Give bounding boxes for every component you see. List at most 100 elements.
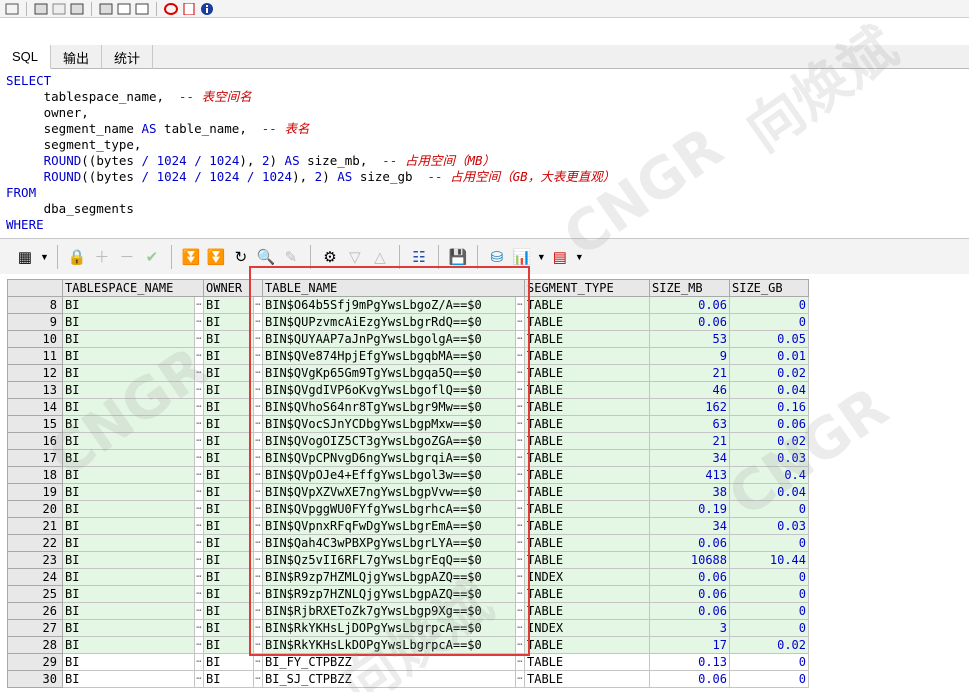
cell-ellipsis-button[interactable]: ⋯ — [194, 432, 204, 450]
lock-icon[interactable]: 🔒 — [66, 246, 88, 268]
cell-ellipsis-button[interactable]: ⋯ — [194, 551, 204, 569]
refresh-icon[interactable]: ↻ — [230, 246, 252, 268]
cell-ellipsis-button[interactable]: ⋯ — [515, 636, 525, 654]
insert-record-icon[interactable]: ＋ — [91, 246, 113, 268]
database-icon[interactable]: ⛁ — [486, 246, 508, 268]
cell-ellipsis-button[interactable]: ⋯ — [194, 653, 204, 671]
table-row[interactable]: 26 BI ⋯ BI ⋯ BIN$RjbRXEToZk7gYwsLbgp9Xg==$0 ⋯ T… — [7, 602, 809, 620]
cell-ellipsis-button[interactable]: ⋯ — [253, 653, 263, 671]
table-row[interactable]: 23 BI ⋯ BI ⋯ BIN$Qz5vII6RFL7gYwsLbgrEqQ==$0 ⋯ T… — [7, 551, 809, 569]
sql-editor[interactable]: SELECT tablespace_name, -- 表空间名 owner, s… — [0, 70, 969, 230]
cell-ellipsis-button[interactable]: ⋯ — [194, 398, 204, 416]
cell-ellipsis-button[interactable]: ⋯ — [515, 670, 525, 688]
document-icon[interactable] — [134, 2, 150, 16]
cell-ellipsis-button[interactable]: ⋯ — [194, 296, 204, 314]
cell-ellipsis-button[interactable]: ⋯ — [515, 432, 525, 450]
cell-ellipsis-button[interactable]: ⋯ — [253, 551, 263, 569]
pages-icon[interactable] — [69, 2, 85, 16]
cell-ellipsis-button[interactable]: ⋯ — [253, 483, 263, 501]
result-grid[interactable]: TABLESPACE_NAME OWNER TABLE_NAME SEGMENT… — [7, 279, 969, 692]
cell-ellipsis-button[interactable]: ⋯ — [194, 619, 204, 637]
table-row[interactable]: 8 BI ⋯ BI ⋯ BIN$O64b5Sfj9mPgYwsLbgoZ/A==$0 ⋯ TA… — [7, 296, 809, 314]
chevron-down-icon[interactable]: ▼ — [40, 252, 49, 262]
table-row[interactable]: 12 BI ⋯ BI ⋯ BIN$QVgKp65Gm9TgYwsLbgqa5Q==$0 ⋯ T… — [7, 364, 809, 382]
oracle-icon[interactable] — [163, 2, 179, 16]
cell-ellipsis-button[interactable]: ⋯ — [253, 602, 263, 620]
cell-ellipsis-button[interactable]: ⋯ — [515, 585, 525, 603]
column-header-segment-type[interactable]: SEGMENT_TYPE — [524, 279, 650, 297]
cell-ellipsis-button[interactable]: ⋯ — [515, 534, 525, 552]
cell-ellipsis-button[interactable]: ⋯ — [253, 364, 263, 382]
chart-icon[interactable]: 📊 — [511, 246, 533, 268]
cell-ellipsis-button[interactable]: ⋯ — [515, 602, 525, 620]
cell-ellipsis-button[interactable]: ⋯ — [515, 483, 525, 501]
cell-ellipsis-button[interactable]: ⋯ — [253, 670, 263, 688]
table-row[interactable]: 30 BI ⋯ BI ⋯ BI_SJ_CTPBZZ ⋯ TABLE 0.06 0 — [7, 670, 809, 688]
export-grid-icon[interactable]: ▤ — [549, 246, 571, 268]
tab-sql[interactable]: SQL — [0, 45, 52, 69]
cell-ellipsis-button[interactable]: ⋯ — [194, 500, 204, 518]
windows-icon[interactable] — [98, 2, 114, 16]
cell-ellipsis-button[interactable]: ⋯ — [253, 381, 263, 399]
cell-ellipsis-button[interactable]: ⋯ — [253, 449, 263, 467]
column-header-owner[interactable]: OWNER — [203, 279, 263, 297]
table-row[interactable]: 14 BI ⋯ BI ⋯ BIN$QVhoS64nr8TgYwsLbgr9Mw==$0 ⋯ T… — [7, 398, 809, 416]
tree-icon[interactable]: ☷ — [408, 246, 430, 268]
cell-ellipsis-button[interactable]: ⋯ — [194, 636, 204, 654]
sort-down-icon[interactable]: ▽ — [344, 246, 366, 268]
chevron-down-icon[interactable]: ▼ — [575, 252, 584, 262]
cell-ellipsis-button[interactable]: ⋯ — [194, 483, 204, 501]
find-icon[interactable]: 🔍 — [255, 246, 277, 268]
table-icon[interactable] — [116, 2, 132, 16]
cell-ellipsis-button[interactable]: ⋯ — [253, 330, 263, 348]
cell-ellipsis-button[interactable]: ⋯ — [253, 313, 263, 331]
table-row[interactable]: 18 BI ⋯ BI ⋯ BIN$QVpOJe4+EffgYwsLbgol3w==$0 ⋯ T… — [7, 466, 809, 484]
sort-up-icon[interactable]: △ — [369, 246, 391, 268]
column-header-tablespace-name[interactable]: TABLESPACE_NAME — [62, 279, 204, 297]
clear-icon[interactable]: ✎ — [280, 246, 302, 268]
cell-ellipsis-button[interactable]: ⋯ — [194, 517, 204, 535]
table-row[interactable]: 10 BI ⋯ BI ⋯ BIN$QUYAAP7aJnPgYwsLbgolgA==$0 ⋯ T… — [7, 330, 809, 348]
cell-ellipsis-button[interactable]: ⋯ — [253, 296, 263, 314]
cell-ellipsis-button[interactable]: ⋯ — [194, 602, 204, 620]
table-row[interactable]: 20 BI ⋯ BI ⋯ BIN$QVpggWU0FYfgYwsLbgrhcA==$0 ⋯ T… — [7, 500, 809, 518]
cell-ellipsis-button[interactable]: ⋯ — [194, 670, 204, 688]
cell-ellipsis-button[interactable]: ⋯ — [515, 347, 525, 365]
cell-ellipsis-button[interactable]: ⋯ — [515, 551, 525, 569]
post-changes-icon[interactable]: ✔ — [141, 246, 163, 268]
cell-ellipsis-button[interactable]: ⋯ — [515, 653, 525, 671]
cell-ellipsis-button[interactable]: ⋯ — [515, 398, 525, 416]
delete-record-icon[interactable]: － — [116, 246, 138, 268]
cell-ellipsis-button[interactable]: ⋯ — [515, 466, 525, 484]
table-row[interactable]: 24 BI ⋯ BI ⋯ BIN$R9zp7HZMLQjgYwsLbgpAZQ==$0 ⋯ I… — [7, 568, 809, 586]
save-icon[interactable]: 💾 — [447, 246, 469, 268]
table-row[interactable]: 21 BI ⋯ BI ⋯ BIN$QVpnxRFqFwDgYwsLbgrEmA==$0 ⋯ T… — [7, 517, 809, 535]
execute-icon[interactable] — [33, 2, 49, 16]
cell-ellipsis-button[interactable]: ⋯ — [194, 364, 204, 382]
table-row[interactable]: 15 BI ⋯ BI ⋯ BIN$QVocSJnYCDbgYwsLbgpMxw==$0 ⋯ T… — [7, 415, 809, 433]
cell-ellipsis-button[interactable]: ⋯ — [194, 415, 204, 433]
cell-ellipsis-button[interactable]: ⋯ — [253, 619, 263, 637]
cell-ellipsis-button[interactable]: ⋯ — [515, 449, 525, 467]
cell-ellipsis-button[interactable]: ⋯ — [253, 585, 263, 603]
fetch-last-icon[interactable]: ⏬ — [205, 246, 227, 268]
table-row[interactable]: 25 BI ⋯ BI ⋯ BIN$R9zp7HZNLQjgYwsLbgpAZQ==$0 ⋯ T… — [7, 585, 809, 603]
cell-ellipsis-button[interactable]: ⋯ — [194, 466, 204, 484]
fetch-next-icon[interactable]: ⏬ — [180, 246, 202, 268]
column-header-size-gb[interactable]: SIZE_GB — [729, 279, 809, 297]
cell-ellipsis-button[interactable]: ⋯ — [253, 398, 263, 416]
table-row[interactable]: 11 BI ⋯ BI ⋯ BIN$QVe874HpjEfgYwsLbgqbMA==$0 ⋯ T… — [7, 347, 809, 365]
cell-ellipsis-button[interactable]: ⋯ — [194, 449, 204, 467]
cell-ellipsis-button[interactable]: ⋯ — [515, 330, 525, 348]
cell-ellipsis-button[interactable]: ⋯ — [253, 517, 263, 535]
table-row[interactable]: 28 BI ⋯ BI ⋯ BIN$RkYKHsLkDOPgYwsLbgrpcA==$0 ⋯ T… — [7, 636, 809, 654]
column-header-table-name[interactable]: TABLE_NAME — [262, 279, 525, 297]
table-row[interactable]: 19 BI ⋯ BI ⋯ BIN$QVpXZVwXE7ngYwsLbgpVvw==$0 ⋯ T… — [7, 483, 809, 501]
cell-ellipsis-button[interactable]: ⋯ — [194, 347, 204, 365]
cell-ellipsis-button[interactable]: ⋯ — [194, 330, 204, 348]
cell-ellipsis-button[interactable]: ⋯ — [253, 415, 263, 433]
pdf-icon[interactable] — [181, 2, 197, 16]
cell-ellipsis-button[interactable]: ⋯ — [515, 517, 525, 535]
cell-ellipsis-button[interactable]: ⋯ — [253, 568, 263, 586]
toolbar-icon-1[interactable] — [4, 2, 20, 16]
